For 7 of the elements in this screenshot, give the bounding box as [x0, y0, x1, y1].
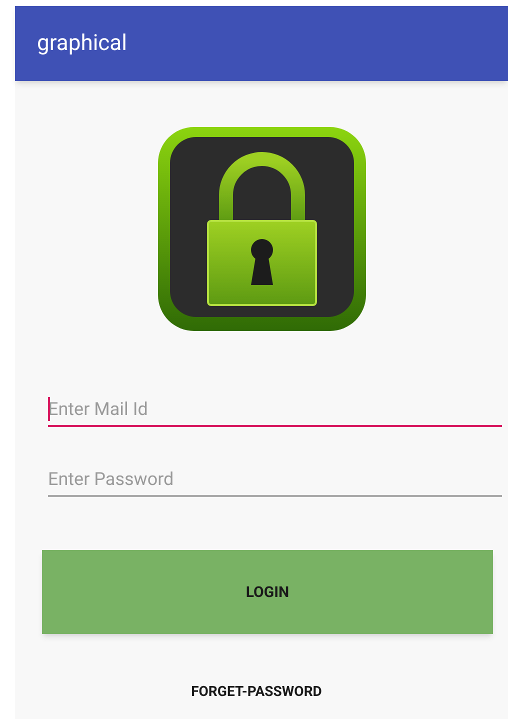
text-field[interactable]: Enter Mail Id [48, 385, 502, 427]
text-cursor [48, 397, 50, 421]
forget-password-link[interactable]: FORGET-PASSWORD [191, 682, 322, 703]
text-field[interactable]: Enter Password [48, 455, 502, 497]
login-button[interactable]: LOGIN [42, 550, 493, 634]
app-title: graphical [37, 30, 127, 58]
padlock-icon [156, 125, 368, 333]
